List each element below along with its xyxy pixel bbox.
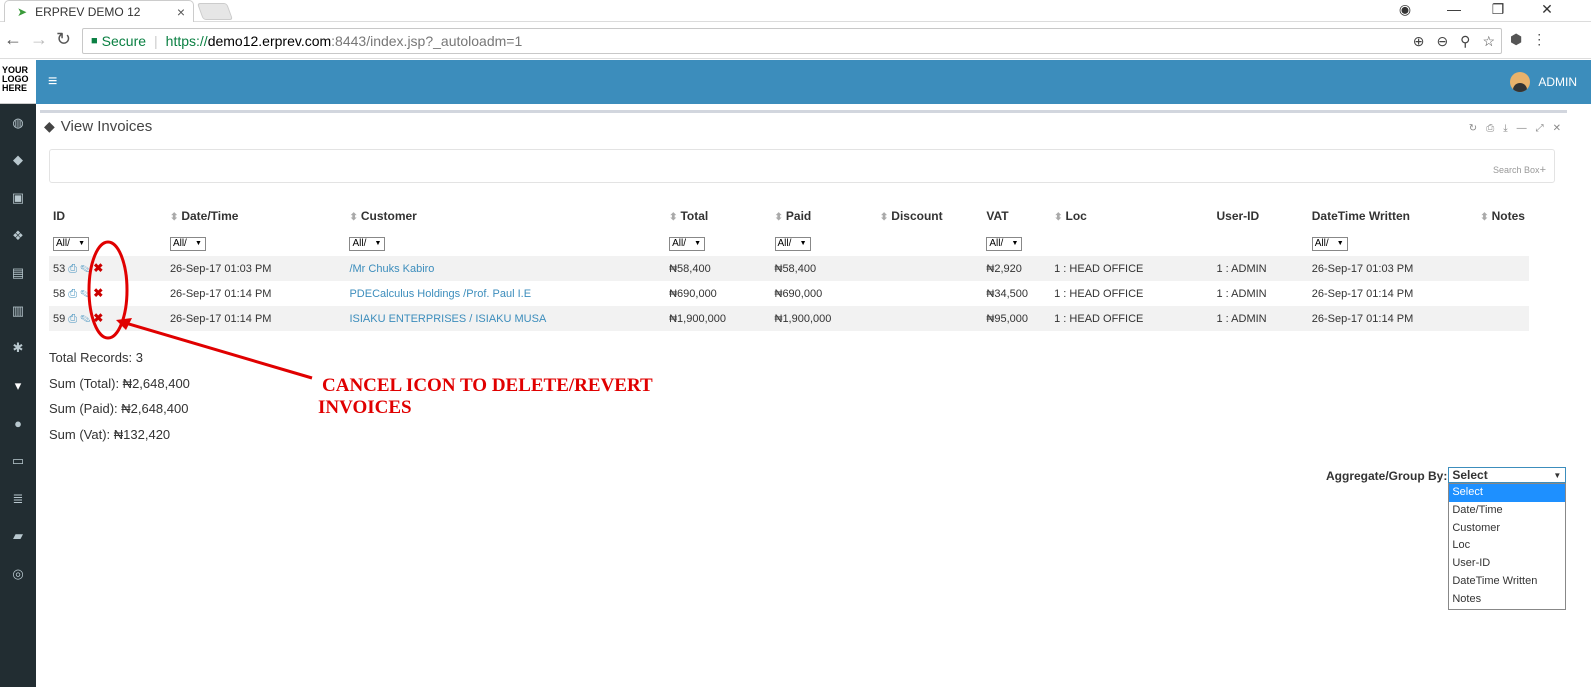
- annotation-overlay: [87, 240, 313, 380]
- annotation-arrow-line: [121, 320, 313, 380]
